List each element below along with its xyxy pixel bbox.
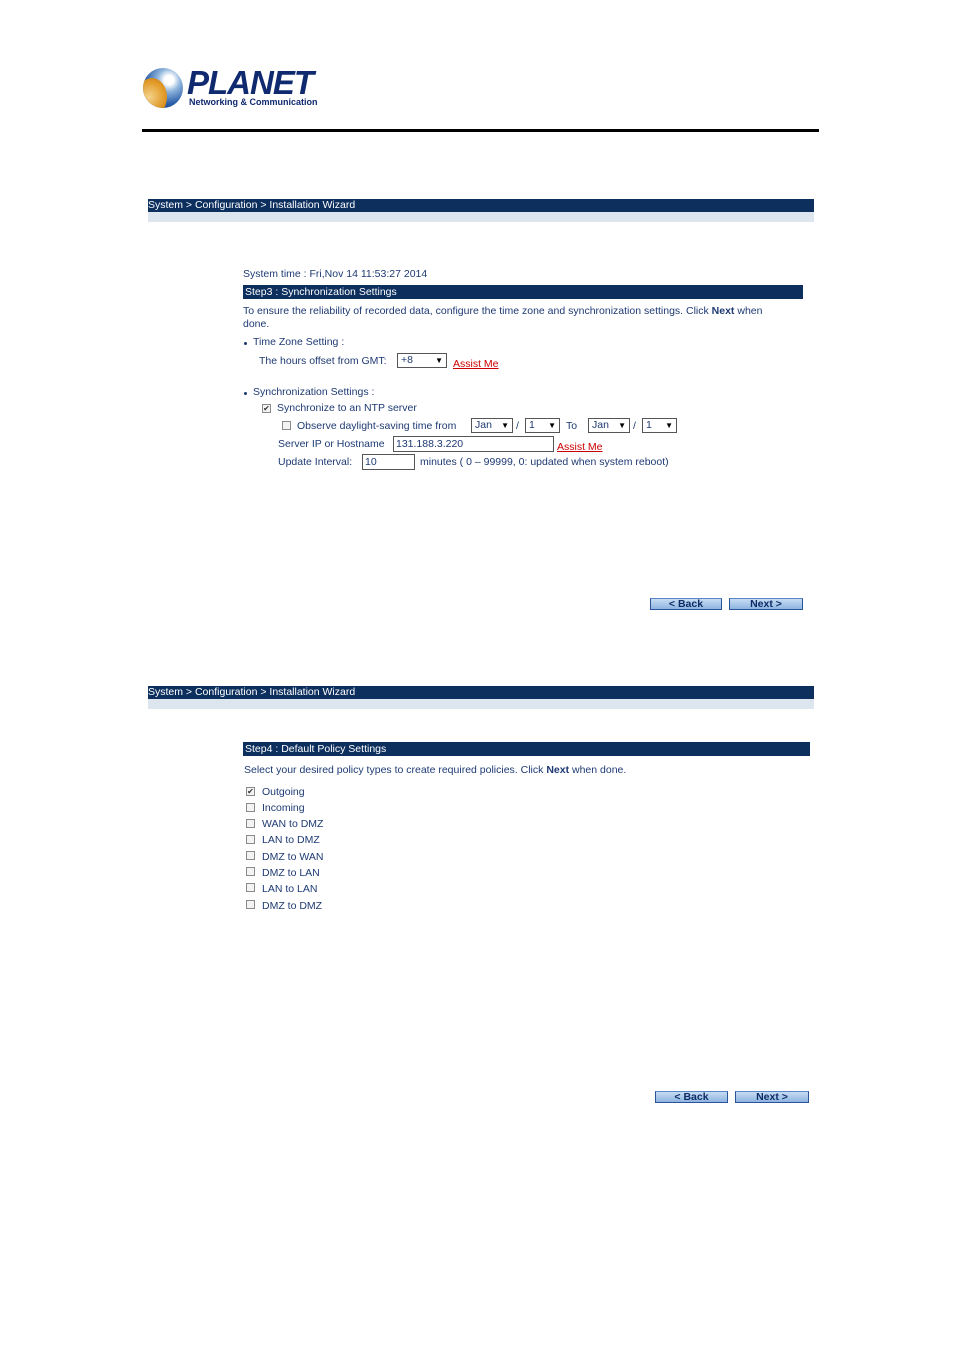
policy-checkbox-dmz-to-dmz[interactable] [246,900,255,909]
server-input[interactable]: 131.188.3.220 [393,436,554,452]
policy-label: LAN to DMZ [262,834,320,846]
policy-checkbox-incoming[interactable] [246,803,255,812]
dst-from-month-select[interactable]: Jan ▼ [471,418,513,433]
gmt-offset-value: +8 [401,354,413,366]
step-title: Step3 : Synchronization Settings [243,285,803,299]
dst-to-month-select[interactable]: Jan ▼ [588,418,630,433]
dst-checkbox[interactable] [282,421,291,430]
back-button[interactable]: < Back [655,1091,728,1103]
gmt-offset-label: The hours offset from GMT: [259,355,387,367]
chevron-down-icon: ▼ [665,421,673,430]
to-label: To [566,420,578,432]
chevron-down-icon: ▼ [618,421,626,430]
next-button[interactable]: Next > [735,1091,809,1103]
date-separator: / [633,420,636,432]
policy-checkbox-dmz-to-wan[interactable] [246,851,255,860]
intro-prefix: Select your desired policy types to crea… [244,764,547,776]
planet-logo-icon [143,68,183,108]
system-time: System time : Fri,Nov 14 11:53:27 2014 [243,268,428,280]
gmt-offset-select[interactable]: +8 ▼ [397,353,447,368]
chevron-down-icon: ▼ [501,421,509,430]
policy-label: DMZ to LAN [262,867,320,879]
policy-label: Incoming [262,802,305,814]
dst-to-day-select[interactable]: 1 ▼ [642,418,677,433]
breadcrumb: System > Configuration > Installation Wi… [148,199,814,212]
policy-label: Outgoing [262,786,305,798]
breadcrumb-underbar [148,212,814,222]
policy-label: WAN to DMZ [262,818,324,830]
chevron-down-icon: ▼ [548,421,556,430]
dst-label: Observe daylight-saving time from [297,420,457,432]
intro-suffix: when [734,305,763,317]
next-button[interactable]: Next > [729,598,803,610]
time-zone-heading: Time Zone Setting : [253,336,345,348]
back-button[interactable]: < Back [650,598,722,610]
intro-suffix: when done. [569,764,627,776]
policy-label: DMZ to DMZ [262,900,323,912]
dst-to-month-value: Jan [592,419,609,431]
interval-label: Update Interval: [278,456,353,468]
interval-input[interactable]: 10 [362,454,415,470]
date-separator: / [516,420,519,432]
header-divider [142,129,819,132]
policy-checkbox-lan-to-lan[interactable] [246,883,255,892]
ntp-checkbox[interactable]: ✔ [262,404,271,413]
dst-from-day-select[interactable]: 1 ▼ [525,418,560,433]
policy-checkbox-lan-to-dmz[interactable] [246,835,255,844]
intro-text-line2: done. [243,318,270,330]
policy-checkbox-dmz-to-lan[interactable] [246,867,255,876]
sync-heading: Synchronization Settings : [253,386,375,398]
intro-next: Next [711,305,735,317]
dst-to-day-value: 1 [646,419,652,431]
dst-from-month-value: Jan [475,419,492,431]
assist-me-link-gmt[interactable]: Assist Me [453,358,499,370]
dst-from-day-value: 1 [529,419,535,431]
intro-text: To ensure the reliability of recorded da… [243,305,803,317]
policy-checkbox-outgoing[interactable]: ✔ [246,787,255,796]
bullet-icon [244,392,247,395]
assist-me-link-server[interactable]: Assist Me [557,441,603,453]
policy-label: DMZ to WAN [262,851,324,863]
step-title: Step4 : Default Policy Settings [243,742,810,756]
interval-hint: minutes ( 0 – 99999, 0: updated when sys… [420,456,669,468]
brand-tagline: Networking & Communication [189,97,318,107]
intro-prefix: To ensure the reliability of recorded da… [243,305,712,317]
policy-label: LAN to LAN [262,883,318,895]
breadcrumb-underbar [148,699,814,709]
ntp-label: Synchronize to an NTP server [277,402,417,414]
chevron-down-icon: ▼ [435,356,443,365]
server-label: Server IP or Hostname [278,438,385,450]
breadcrumb: System > Configuration > Installation Wi… [148,686,814,699]
intro-text: Select your desired policy types to crea… [244,764,809,776]
intro-next: Next [546,764,570,776]
policy-checkbox-wan-to-dmz[interactable] [246,819,255,828]
bullet-icon [244,342,247,345]
